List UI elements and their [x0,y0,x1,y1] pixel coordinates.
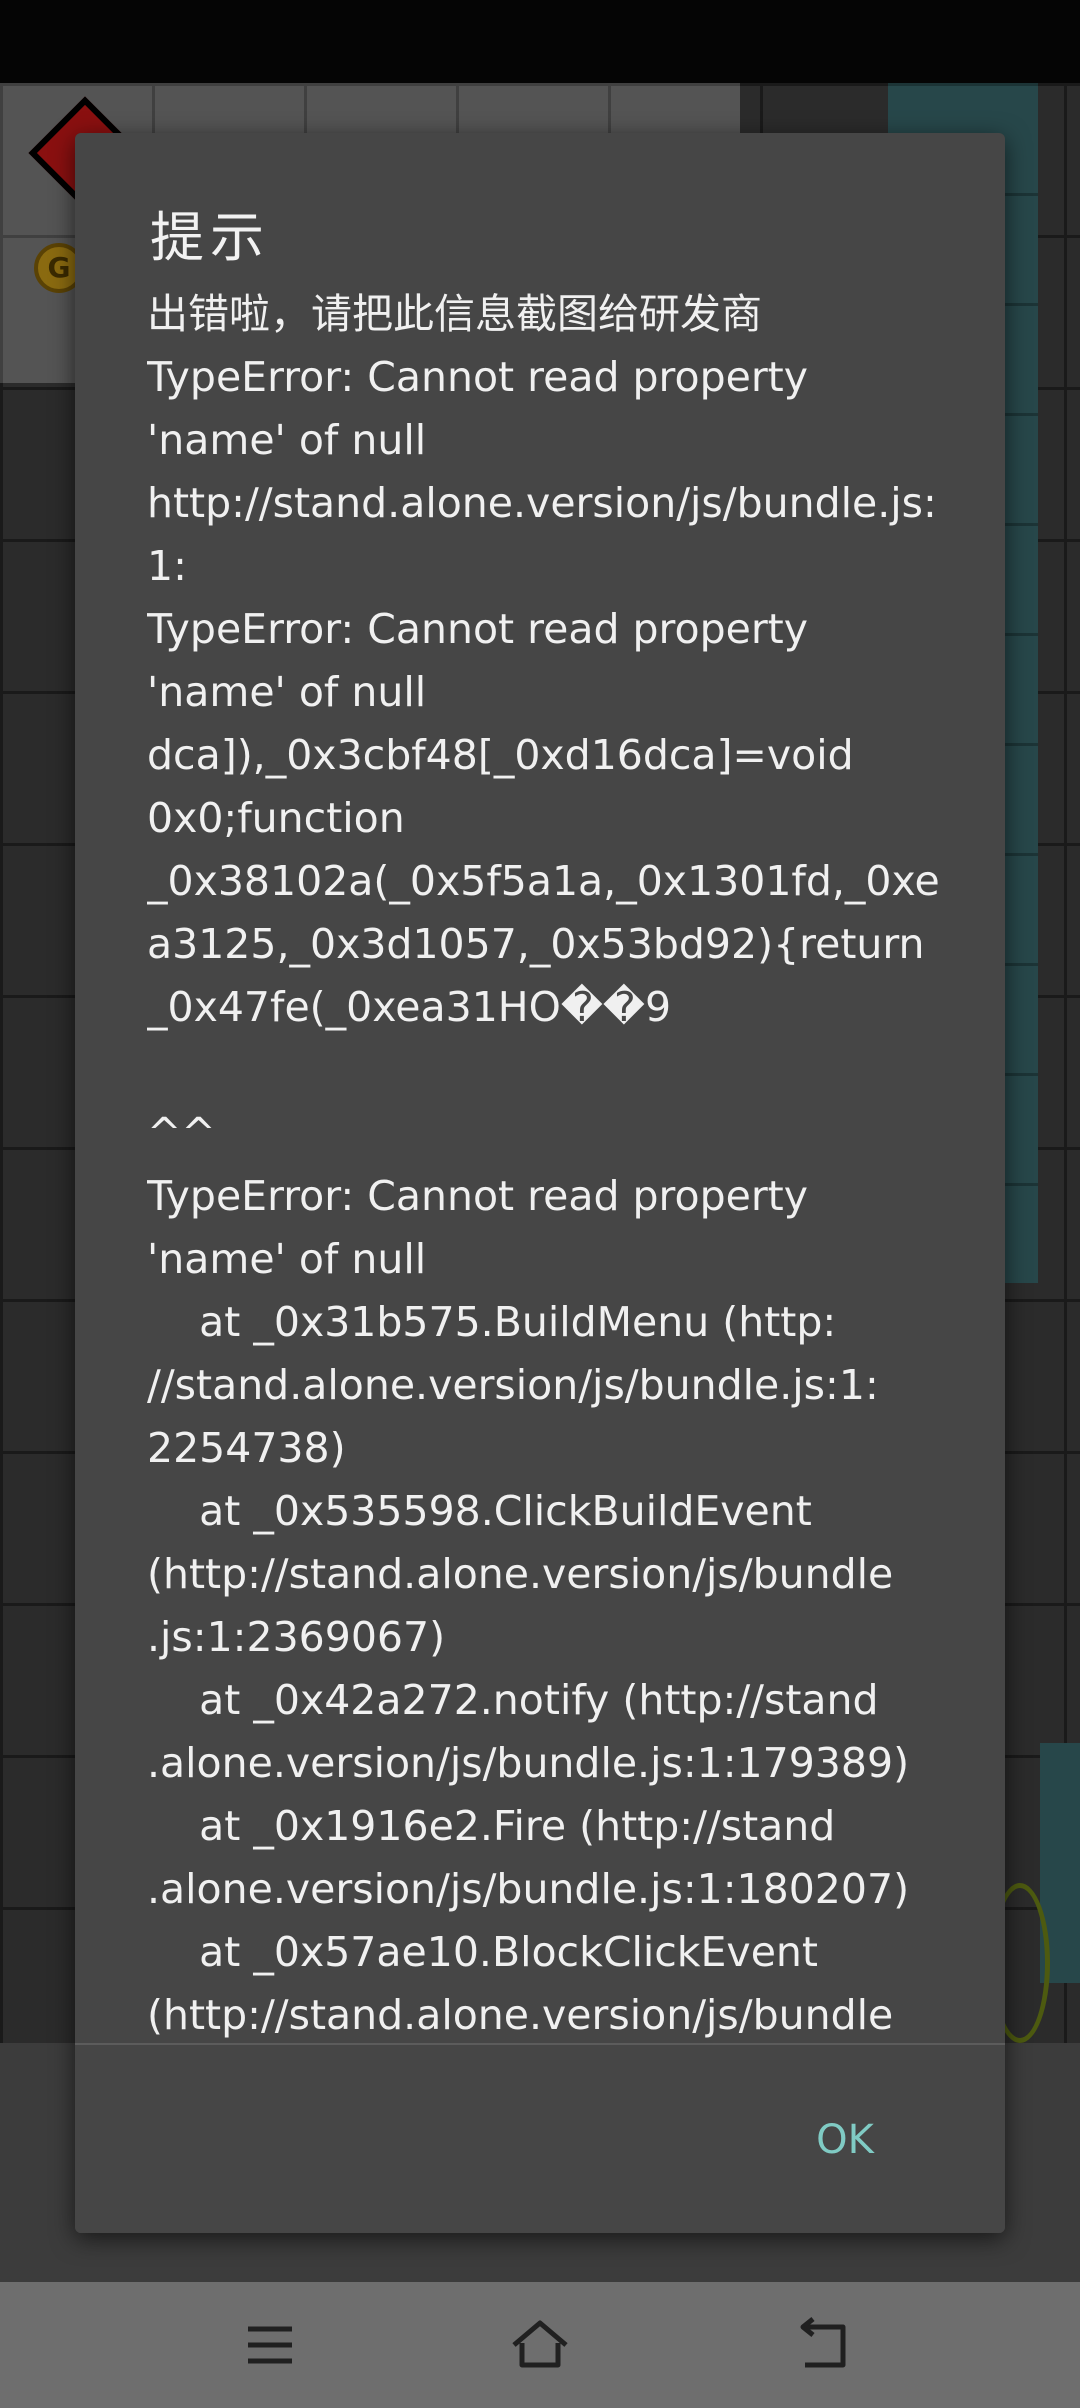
home-icon [512,2320,568,2368]
error-line: at _0x535598.ClickBuildEvent [147,1487,812,1535]
error-message-scroll[interactable]: 出错啦，请把此信息截图给研发商 TypeError: Cannot read pr… [147,283,947,2178]
navigation-bar [0,2282,1080,2408]
error-line: 2254738) [147,1424,346,1472]
error-line: at _0x42a272.notify (http://stand [147,1676,879,1724]
menu-button[interactable] [210,2295,330,2395]
error-line: TypeError: Cannot read property [147,605,809,653]
error-line: .js:1:2369067) [147,1613,446,1661]
error-dialog: 提示 出错啦，请把此信息截图给研发商 TypeError: Cannot read… [75,133,1005,2233]
error-line: (http://stand.alone.version/js/bundle [147,1550,894,1598]
error-line: 'name' of null [147,668,427,716]
error-line: http://stand.alone.version/js/bundle.js: [147,479,937,527]
error-line: 'name' of null [147,416,427,464]
error-line: //stand.alone.version/js/bundle.js:1: [147,1361,879,1409]
error-line: _0x38102a(_0x5f5a1a,_0x1301fd,_0xe [147,857,940,905]
error-line: TypeError: Cannot read property [147,1172,809,1220]
error-line: a3125,_0x3d1057,_0x53bd92){return [147,920,925,968]
error-line: at _0x57ae10.BlockClickEvent [147,1928,818,1976]
back-button[interactable] [765,2295,885,2395]
ok-button[interactable]: OK [785,2095,905,2185]
error-line: .alone.version/js/bundle.js:1:179389) [147,1739,910,1787]
error-line: .alone.version/js/bundle.js:1:180207) [147,1865,910,1913]
back-icon [800,2317,846,2368]
error-line [147,1039,947,1102]
error-line: 出错啦，请把此信息截图给研发商 [147,290,762,338]
dialog-title: 提示 [150,206,270,269]
error-line: dca]),_0x3cbf48[_0xd16dca]=void [147,731,854,779]
error-line: _0x47fe(_0xea31HO��9 [147,983,672,1031]
error-line: 1: [147,542,187,590]
menu-icon [248,2326,292,2364]
error-line: (http://stand.alone.version/js/bundle [147,1991,894,2039]
error-line: 0x0;function [147,794,405,842]
error-line: TypeError: Cannot read property [147,353,809,401]
error-line: 'name' of null [147,1235,427,1283]
screen: G 提示 出错啦，请把此信息截图给研发商 TypeError: Cannot re… [0,0,1080,2408]
error-line: at _0x31b575.BuildMenu (http: [147,1298,837,1346]
home-button[interactable] [480,2295,600,2395]
error-line: at _0x1916e2.Fire (http://stand [147,1802,836,1850]
dialog-footer: OK [75,2045,1005,2233]
error-line: ^^ [147,1109,216,1157]
